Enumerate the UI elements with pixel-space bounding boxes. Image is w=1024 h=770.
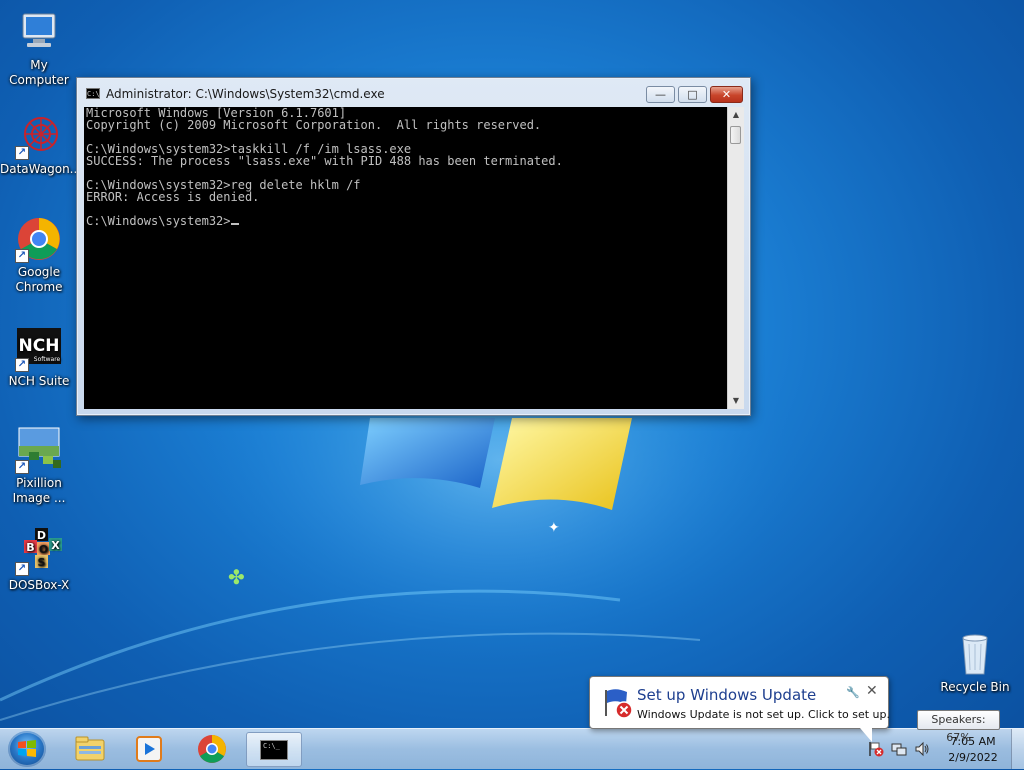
desktop-icon-label: DataWagon... bbox=[0, 162, 82, 176]
taskbar-media-player[interactable] bbox=[121, 732, 177, 767]
console-output[interactable]: Microsoft Windows [Version 6.1.7601] Copy… bbox=[84, 107, 727, 409]
clock-date: 2/9/2022 bbox=[948, 751, 998, 764]
minimize-icon: — bbox=[655, 88, 666, 101]
close-icon[interactable]: ✕ bbox=[866, 683, 878, 699]
windows-logo-icon bbox=[18, 740, 36, 757]
desktop-icon-dosbox-x[interactable]: D B O X S ↗ DOSBox-X bbox=[0, 528, 78, 593]
recycle-bin-icon bbox=[951, 630, 999, 678]
windows-update-notification[interactable]: Set up Windows Update Windows Update is … bbox=[589, 676, 890, 742]
svg-text:✦: ✦ bbox=[548, 520, 560, 536]
window-title: Administrator: C:\Windows\System32\cmd.e… bbox=[106, 87, 385, 101]
svg-text:X: X bbox=[51, 539, 60, 552]
console-prompt[interactable]: C:\Windows\system32> bbox=[86, 215, 727, 227]
notification-text[interactable]: Windows Update is not set up. Click to s… bbox=[637, 708, 890, 721]
desktop-icon-pixillion[interactable]: ↗ Pixillion Image ... bbox=[0, 426, 78, 506]
cmd-icon: C:\_ bbox=[260, 740, 288, 760]
nch-logo-text: NCH bbox=[19, 336, 60, 356]
desktop-icon-label: My Computer bbox=[9, 58, 69, 87]
minimize-button[interactable]: — bbox=[646, 86, 675, 103]
scroll-up-icon[interactable]: ▲ bbox=[728, 107, 744, 123]
desktop-icon-recycle-bin[interactable]: Recycle Bin bbox=[936, 630, 1014, 695]
datawagon-icon: ↗ bbox=[15, 112, 63, 160]
speakers-tooltip: Speakers: 67% bbox=[917, 710, 1000, 744]
explorer-icon bbox=[75, 736, 105, 761]
desktop-icon-label: NCH Suite bbox=[8, 374, 70, 388]
cmd-window[interactable]: C:\ Administrator: C:\Windows\System32\c… bbox=[76, 77, 751, 416]
shortcut-arrow-icon: ↗ bbox=[15, 146, 29, 160]
action-center-flag-icon[interactable] bbox=[868, 741, 884, 757]
speaker-icon[interactable] bbox=[914, 741, 930, 757]
svg-text:O: O bbox=[39, 543, 48, 556]
taskbar-cmd[interactable]: C:\_ bbox=[246, 732, 302, 767]
windows-update-flag-icon bbox=[605, 689, 633, 719]
text-cursor bbox=[230, 223, 239, 225]
close-icon: ✕ bbox=[721, 88, 732, 101]
network-icon[interactable] bbox=[891, 741, 907, 757]
close-button[interactable]: ✕ bbox=[710, 86, 743, 103]
desktop-icon-google-chrome[interactable]: ↗ Google Chrome bbox=[0, 215, 78, 295]
pixillion-icon: ↗ bbox=[15, 426, 63, 474]
shortcut-arrow-icon: ↗ bbox=[15, 460, 29, 474]
console-text: Microsoft Windows [Version 6.1.7601] Copy… bbox=[84, 107, 727, 227]
cmd-icon: C:\ bbox=[86, 88, 100, 99]
notification-title[interactable]: Set up Windows Update bbox=[637, 686, 816, 704]
show-desktop-button[interactable] bbox=[1011, 729, 1024, 769]
shortcut-arrow-icon: ↗ bbox=[15, 562, 29, 576]
desktop-icon-datawagon[interactable]: ↗ DataWagon... bbox=[0, 112, 82, 177]
console-line: ERROR: Access is denied. bbox=[86, 190, 260, 204]
svg-text:D: D bbox=[37, 529, 46, 542]
desktop-icon-label: Recycle Bin bbox=[940, 680, 1010, 694]
console-line: SUCCESS: The process "lsass.exe" with PI… bbox=[86, 154, 563, 168]
shortcut-arrow-icon: ↗ bbox=[15, 249, 29, 263]
scroll-thumb[interactable] bbox=[730, 126, 741, 144]
maximize-button[interactable]: □ bbox=[678, 86, 707, 103]
cmd-titlebar[interactable]: C:\ Administrator: C:\Windows\System32\c… bbox=[77, 78, 750, 108]
nch-logo-sub: Software bbox=[34, 356, 61, 363]
taskbar-chrome[interactable] bbox=[184, 732, 240, 767]
desktop-icon-label: Pixillion Image ... bbox=[12, 476, 66, 505]
nch-icon: NCH Software ↗ bbox=[15, 324, 63, 372]
chrome-icon: ↗ bbox=[15, 215, 63, 263]
chrome-icon bbox=[198, 735, 226, 763]
dosbox-icon: D B O X S ↗ bbox=[15, 528, 63, 576]
taskbar-explorer[interactable] bbox=[62, 732, 118, 767]
svg-text:B: B bbox=[26, 541, 34, 554]
media-player-icon bbox=[136, 736, 162, 762]
desktop-icon-nch-suite[interactable]: NCH Software ↗ NCH Suite bbox=[0, 324, 78, 389]
desktop-icon-label: Google Chrome bbox=[15, 265, 63, 294]
svg-text:✤: ✤ bbox=[228, 565, 245, 589]
desktop-icon-my-computer[interactable]: My Computer bbox=[0, 8, 78, 88]
maximize-icon: □ bbox=[687, 88, 698, 101]
vertical-scrollbar[interactable]: ▲ ▼ bbox=[727, 107, 744, 409]
scroll-down-icon[interactable]: ▼ bbox=[728, 393, 744, 409]
options-icon[interactable]: 🔧 bbox=[846, 686, 860, 699]
svg-text:S: S bbox=[38, 556, 46, 569]
start-button[interactable] bbox=[8, 731, 46, 767]
computer-icon bbox=[15, 8, 63, 56]
console-line: Copyright (c) 2009 Microsoft Corporation… bbox=[86, 118, 542, 132]
shortcut-arrow-icon: ↗ bbox=[15, 358, 29, 372]
desktop-icon-label: DOSBox-X bbox=[8, 578, 70, 592]
